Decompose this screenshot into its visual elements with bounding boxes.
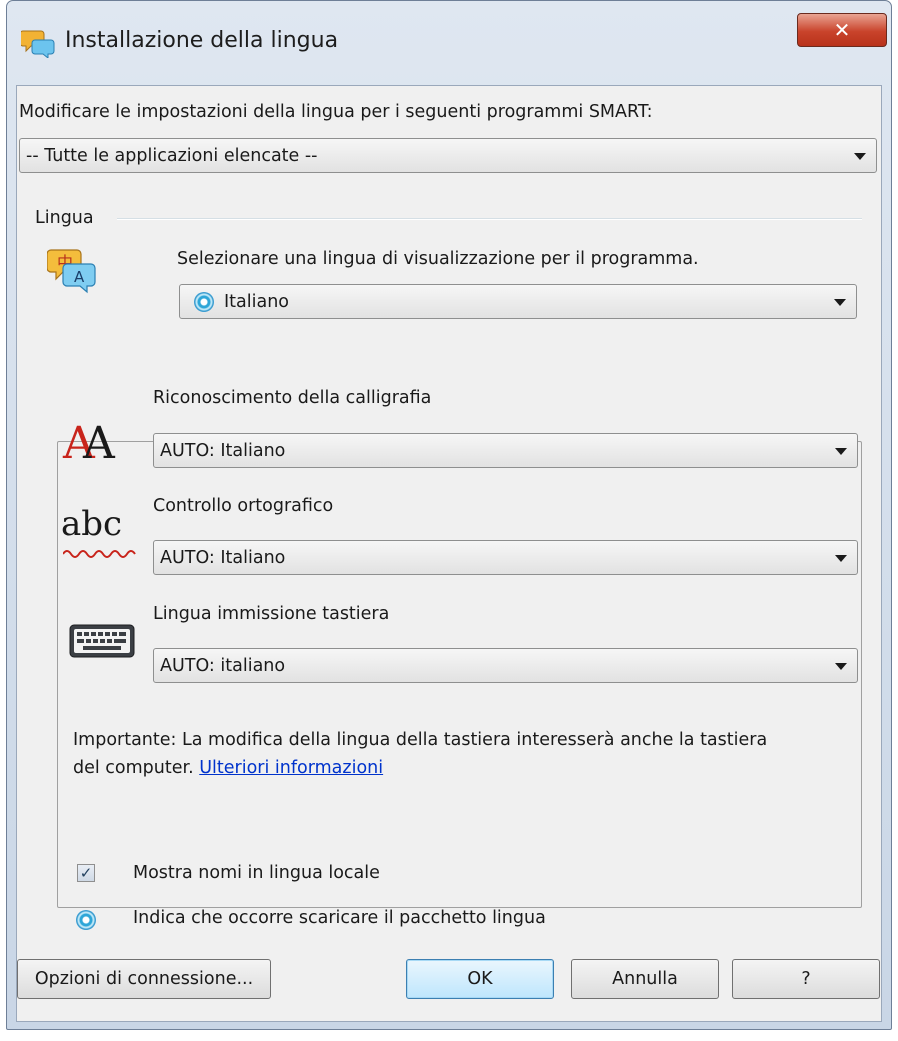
dialog-body: Modificare le impostazioni della lingua … <box>16 85 882 1022</box>
svg-text:A: A <box>74 268 85 286</box>
language-setup-window: Installazione della lingua ✕ Modificare … <box>6 0 892 1030</box>
chevron-down-icon <box>835 555 847 562</box>
window-title: Installazione della lingua <box>65 28 339 53</box>
checkmark-icon: ✓ <box>79 864 93 882</box>
handwriting-value: AUTO: Italiano <box>160 440 286 461</box>
chevron-down-icon <box>835 663 847 670</box>
spellcheck-label: Controllo ortografico <box>153 496 334 516</box>
download-indicator-icon <box>194 291 214 312</box>
chevron-down-icon <box>834 299 846 306</box>
spellcheck-squiggle-icon <box>63 550 136 558</box>
language-description: Selezionare una lingua di visualizzazion… <box>177 249 699 269</box>
keyboard-label: Lingua immissione tastiera <box>153 604 390 624</box>
spellcheck-value: AUTO: Italiano <box>160 547 286 568</box>
handwriting-dropdown[interactable]: AUTO: Italiano <box>153 433 858 468</box>
language-translate-icon: 中 A <box>47 249 96 294</box>
display-language-dropdown[interactable]: Italiano <box>179 284 857 319</box>
keyboard-value: AUTO: italiano <box>160 655 286 676</box>
programs-dropdown-value: -- Tutte le applicazioni elencate -- <box>26 145 318 166</box>
show-local-names-checkbox[interactable]: ✓ <box>77 864 95 882</box>
programs-dropdown[interactable]: -- Tutte le applicazioni elencate -- <box>19 138 877 173</box>
important-note-line2: del computer. Ulteriori informazioni <box>73 758 383 778</box>
handwriting-label: Riconoscimento della calligrafia <box>153 388 432 408</box>
ok-button[interactable]: OK <box>406 959 554 999</box>
download-indicator-icon <box>76 910 96 930</box>
display-language-value: Italiano <box>224 291 289 312</box>
important-note-continuation: del computer. <box>73 758 194 778</box>
close-icon: ✕ <box>833 18 851 42</box>
language-app-icon <box>21 30 55 58</box>
help-button[interactable]: ? <box>732 959 880 999</box>
chevron-down-icon <box>835 448 847 455</box>
programs-label: Modificare le impostazioni della lingua … <box>19 102 653 122</box>
handwriting-icon: A A <box>62 418 116 466</box>
connection-options-button[interactable]: Opzioni di connessione... <box>17 959 271 999</box>
cancel-button[interactable]: Annulla <box>571 959 719 999</box>
language-group-label: Lingua <box>35 208 94 228</box>
title-bar[interactable]: Installazione della lingua ✕ <box>7 1 891 85</box>
keyboard-dropdown[interactable]: AUTO: italiano <box>153 648 858 683</box>
keyboard-icon <box>69 624 135 658</box>
important-note: Importante: La modifica della lingua del… <box>73 730 768 750</box>
spellcheck-dropdown[interactable]: AUTO: Italiano <box>153 540 858 575</box>
spellcheck-icon: abc <box>61 504 123 544</box>
chevron-down-icon <box>854 153 866 160</box>
show-local-names-label: Mostra nomi in lingua locale <box>133 863 380 883</box>
close-button[interactable]: ✕ <box>797 13 887 47</box>
group-divider <box>117 218 862 220</box>
svg-text:A: A <box>82 418 116 466</box>
more-info-link[interactable]: Ulteriori informazioni <box>199 758 383 778</box>
download-indicator-label: Indica che occorre scaricare il pacchett… <box>133 908 546 928</box>
